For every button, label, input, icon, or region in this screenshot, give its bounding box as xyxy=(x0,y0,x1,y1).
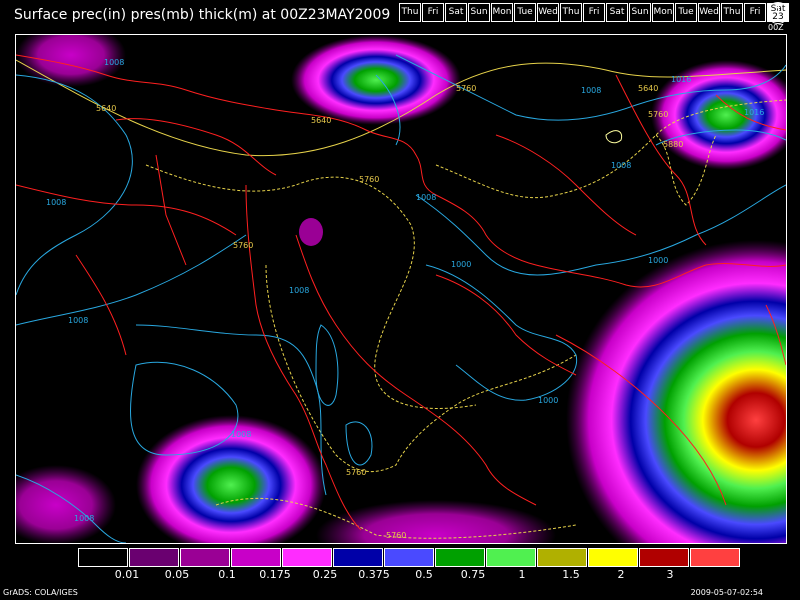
pressure-label: 1000 xyxy=(538,396,558,405)
legend-swatch xyxy=(690,548,740,567)
legend-swatch xyxy=(333,548,383,567)
pressure-label: 1008 xyxy=(611,161,631,170)
pressure-label: 1000 xyxy=(648,256,668,265)
day-cell[interactable]: Sat xyxy=(445,3,467,22)
legend-tick: 3 xyxy=(666,568,674,581)
thickness-label: 5760 xyxy=(386,531,406,540)
legend-swatch xyxy=(486,548,536,567)
precip-legend xyxy=(78,548,741,567)
clock-label: 00Z xyxy=(768,23,784,32)
thickness-label: 5760 xyxy=(346,468,366,477)
thickness-label: 5640 xyxy=(96,104,116,113)
legend-tick: 0.1 xyxy=(218,568,236,581)
thickness-label: 5880 xyxy=(663,140,683,149)
precip-area xyxy=(566,240,786,543)
day-cell[interactable]: Thu xyxy=(721,3,743,22)
day-cell[interactable]: Sat xyxy=(606,3,628,22)
legend-tick: 2 xyxy=(617,568,625,581)
legend-swatch xyxy=(180,548,230,567)
legend-swatch xyxy=(537,548,587,567)
thickness-label: 5760 xyxy=(359,175,379,184)
day-cell[interactable]: Fri xyxy=(744,3,766,22)
day-cell[interactable]: Tue xyxy=(514,3,536,22)
day-cell[interactable]: Wed xyxy=(698,3,720,22)
pressure-label: 1000 xyxy=(451,260,471,269)
thickness-label: 5640 xyxy=(638,84,658,93)
day-cell[interactable]: Thu xyxy=(399,3,421,22)
day-cell[interactable]: Sun xyxy=(629,3,651,22)
legend-tick: 0.375 xyxy=(358,568,390,581)
legend-swatch xyxy=(282,548,332,567)
legend-tick: 0.01 xyxy=(114,568,140,581)
legend-swatch xyxy=(435,548,485,567)
pressure-label: 1008 xyxy=(74,514,94,523)
pressure-label: 1008 xyxy=(104,58,124,67)
legend-tick: 1 xyxy=(518,568,526,581)
thickness-label: 5760 xyxy=(233,241,253,250)
legend-tick: 0.5 xyxy=(415,568,433,581)
precip-area xyxy=(16,465,116,543)
legend-swatch xyxy=(588,548,638,567)
day-strip: Thu Fri Sat Sun Mon Tue Wed Thu Fri Sat … xyxy=(398,3,789,22)
day-cell[interactable]: Tue xyxy=(675,3,697,22)
day-cell[interactable]: Thu xyxy=(560,3,582,22)
footer-timestamp: 2009-05-07-02:54 xyxy=(690,588,763,597)
legend-tick: 0.25 xyxy=(312,568,338,581)
day-cell[interactable]: Mon xyxy=(652,3,674,22)
precip-area xyxy=(291,35,461,125)
pressure-label: 1008 xyxy=(68,316,88,325)
precip-area xyxy=(316,500,556,543)
pressure-label: 1016 xyxy=(744,108,764,117)
legend-swatch xyxy=(639,548,689,567)
pressure-label: 1016 xyxy=(671,75,691,84)
legend-swatch xyxy=(231,548,281,567)
legend-tick: 0.05 xyxy=(164,568,190,581)
day-cell[interactable]: Fri xyxy=(422,3,444,22)
map-title: Surface prec(in) pres(mb) thick(m) at 00… xyxy=(14,7,391,23)
pressure-label: 1008 xyxy=(231,430,251,439)
legend-swatch xyxy=(129,548,179,567)
thickness-label: 5760 xyxy=(456,84,476,93)
footer-credit: GrADS: COLA/IGES xyxy=(3,588,78,597)
precip-area xyxy=(299,218,323,246)
thickness-label: 5640 xyxy=(311,116,331,125)
legend-swatch xyxy=(78,548,128,567)
day-cell[interactable]: Sun xyxy=(468,3,490,22)
thickness-label: 5760 xyxy=(648,110,668,119)
pressure-label: 1008 xyxy=(581,86,601,95)
pressure-label: 1008 xyxy=(46,198,66,207)
weather-map: 1008 1008 1016 1008 1008 1008 1008 1016 … xyxy=(15,34,787,544)
legend-tick: 0.75 xyxy=(460,568,486,581)
pressure-label: 1008 xyxy=(289,286,309,295)
legend-swatch xyxy=(384,548,434,567)
legend-tick: 0.175 xyxy=(259,568,291,581)
pressure-label: 1008 xyxy=(416,193,436,202)
day-cell[interactable]: Mon xyxy=(491,3,513,22)
clock-icon xyxy=(767,2,789,24)
day-cell[interactable]: Wed xyxy=(537,3,559,22)
day-cell[interactable]: Fri xyxy=(583,3,605,22)
legend-tick: 1.5 xyxy=(562,568,580,581)
